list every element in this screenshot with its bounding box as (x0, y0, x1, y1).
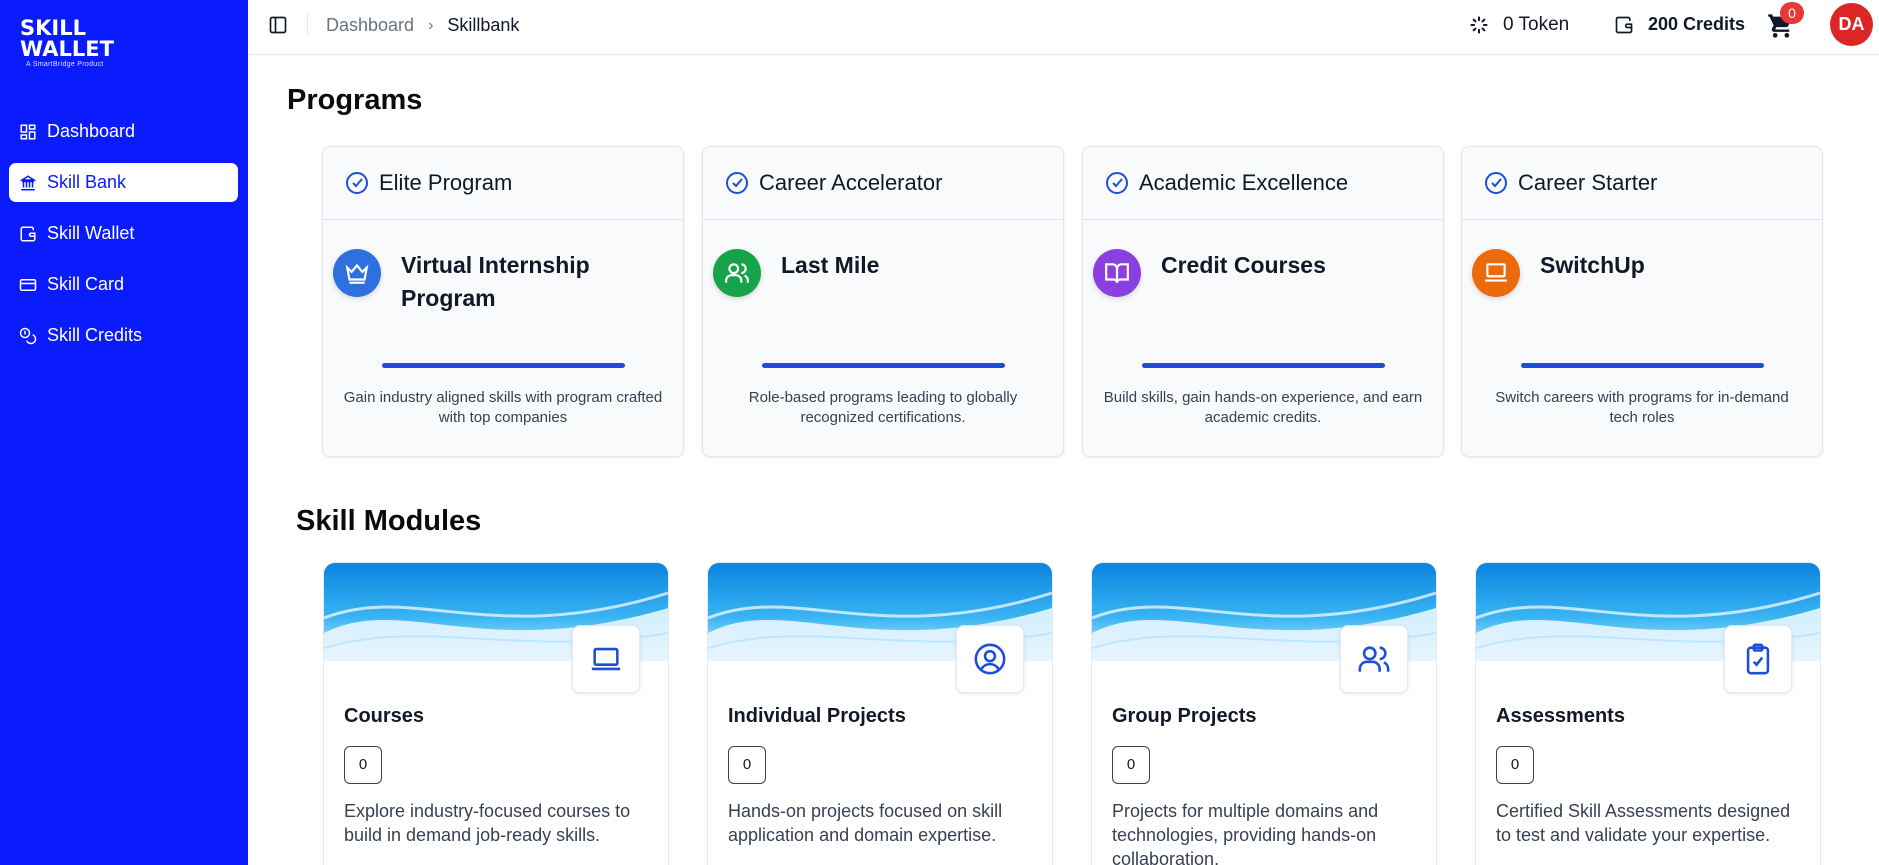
sidebar: SKILL WALLET A SmartBridge Product Dashb… (0, 0, 248, 865)
laptop-icon (572, 625, 640, 693)
check-circle-icon (346, 172, 368, 194)
dashboard-grid-icon (20, 124, 36, 139)
check-circle-icon (1106, 172, 1128, 194)
module-title: Assessments (1496, 705, 1625, 727)
brand-line-2: WALLET (20, 37, 114, 61)
clipboard-check-icon (1724, 625, 1792, 693)
sidebar-item-label: Skill Bank (47, 172, 127, 192)
credits-balance[interactable]: 200 Credits (1614, 14, 1745, 35)
program-progress-bar (382, 363, 625, 368)
module-title: Group Projects (1112, 705, 1257, 727)
program-category: Career Starter (1518, 170, 1658, 195)
credits-label: 200 Credits (1648, 14, 1746, 34)
wallet-icon (1615, 16, 1633, 33)
program-description: Role-based programs leading to globally … (748, 389, 1018, 426)
program-card[interactable]: Elite Program Virtual Internship Program… (322, 146, 684, 457)
wallet-icon (20, 226, 36, 241)
module-card[interactable]: Group Projects 0 Projects for multiple d… (1091, 562, 1437, 865)
program-description: Gain industry aligned skills with progra… (343, 389, 663, 426)
coins-icon (19, 327, 37, 344)
token-icon (1470, 16, 1488, 34)
sidebar-item-label: Skill Wallet (47, 223, 135, 243)
program-title: Last Mile (781, 252, 880, 278)
program-card[interactable]: Academic Excellence Credit Courses Build… (1082, 146, 1444, 457)
sidebar-item-skill-bank[interactable]: Skill Bank (9, 163, 238, 202)
users-icon (713, 249, 761, 297)
program-category: Elite Program (379, 170, 513, 195)
module-card[interactable]: Individual Projects 0 Hands-on projects … (707, 562, 1053, 865)
module-count: 0 (344, 746, 382, 784)
module-title: Individual Projects (728, 705, 906, 727)
program-card[interactable]: Career Accelerator Last Mile Role-based … (702, 146, 1064, 457)
card-icon (19, 278, 37, 291)
sidebar-item-label: Skill Credits (47, 325, 143, 345)
chevron-right-icon: › (428, 16, 434, 34)
module-description: Certified Skill Assessments designed to … (1496, 801, 1791, 845)
top-header: Dashboard › Skillbank 0 Token 200 Credit… (248, 0, 1879, 55)
skill-modules-heading: Skill Modules (296, 505, 482, 537)
program-card-header: Elite Program (323, 147, 683, 220)
sidebar-item-label: Dashboard (47, 121, 136, 141)
avatar[interactable]: DA (1830, 3, 1873, 46)
program-title: Virtual Internship Program (401, 252, 590, 311)
brand-tagline: A SmartBridge Product (26, 61, 104, 68)
check-circle-icon (1485, 172, 1507, 194)
users-icon (1340, 625, 1408, 693)
module-description: Projects for multiple domains and techno… (1112, 801, 1379, 865)
module-count: 0 (1496, 746, 1534, 784)
bank-icon (19, 174, 37, 190)
module-count: 0 (728, 746, 766, 784)
laptop-icon (1472, 249, 1520, 297)
sidebar-item-skill-wallet[interactable]: Skill Wallet (9, 214, 238, 253)
module-description: Hands-on projects focused on skill appli… (728, 801, 1003, 845)
book-open-icon (1093, 249, 1141, 297)
program-progress-bar (1142, 363, 1385, 368)
program-category: Career Accelerator (759, 170, 943, 195)
breadcrumb-dashboard[interactable]: Dashboard (326, 15, 414, 36)
user-circle-icon (956, 625, 1024, 693)
sidebar-item-label: Skill Card (47, 274, 125, 294)
token-label: 0 Token (1503, 14, 1570, 35)
programs-heading: Programs (287, 84, 423, 116)
header-divider (307, 14, 308, 36)
module-description: Explore industry-focused courses to buil… (344, 801, 631, 845)
program-description: Build skills, gain hands-on experience, … (1103, 389, 1423, 426)
program-card[interactable]: Career Starter SwitchUp Switch careers w… (1461, 146, 1823, 457)
program-title: Credit Courses (1161, 252, 1326, 278)
token-balance[interactable]: 0 Token (1469, 14, 1569, 36)
program-category: Academic Excellence (1139, 170, 1349, 195)
breadcrumb-current: Skillbank (447, 15, 520, 35)
sidebar-item-skill-credits[interactable]: Skill Credits (9, 316, 238, 355)
program-description: Switch careers with programs for in-dema… (1495, 389, 1789, 426)
module-title: Courses (344, 705, 425, 727)
cart-count-badge: 0 (1780, 2, 1804, 24)
program-title: SwitchUp (1540, 252, 1645, 278)
program-progress-bar (762, 363, 1005, 368)
brand-logo[interactable]: SKILL WALLET A SmartBridge Product (20, 18, 170, 74)
crown-icon (333, 249, 381, 297)
sidebar-toggle-icon[interactable] (268, 15, 288, 35)
breadcrumb: Dashboard › Skillbank (326, 15, 519, 36)
sidebar-item-skill-card[interactable]: Skill Card (9, 265, 238, 304)
program-card-header: Career Starter (1462, 147, 1822, 220)
brand-line-1: SKILL (20, 16, 86, 40)
module-card[interactable]: Courses 0 Explore industry-focused cours… (323, 562, 669, 865)
sidebar-nav: Dashboard Skill Bank Skill Wallet Skill … (9, 112, 238, 367)
program-card-header: Academic Excellence (1083, 147, 1443, 220)
check-circle-icon (726, 172, 748, 194)
module-count: 0 (1112, 746, 1150, 784)
module-card[interactable]: Assessments 0 Certified Skill Assessment… (1475, 562, 1821, 865)
program-card-header: Career Accelerator (703, 147, 1063, 220)
sidebar-item-dashboard[interactable]: Dashboard (9, 112, 238, 151)
program-progress-bar (1521, 363, 1764, 368)
